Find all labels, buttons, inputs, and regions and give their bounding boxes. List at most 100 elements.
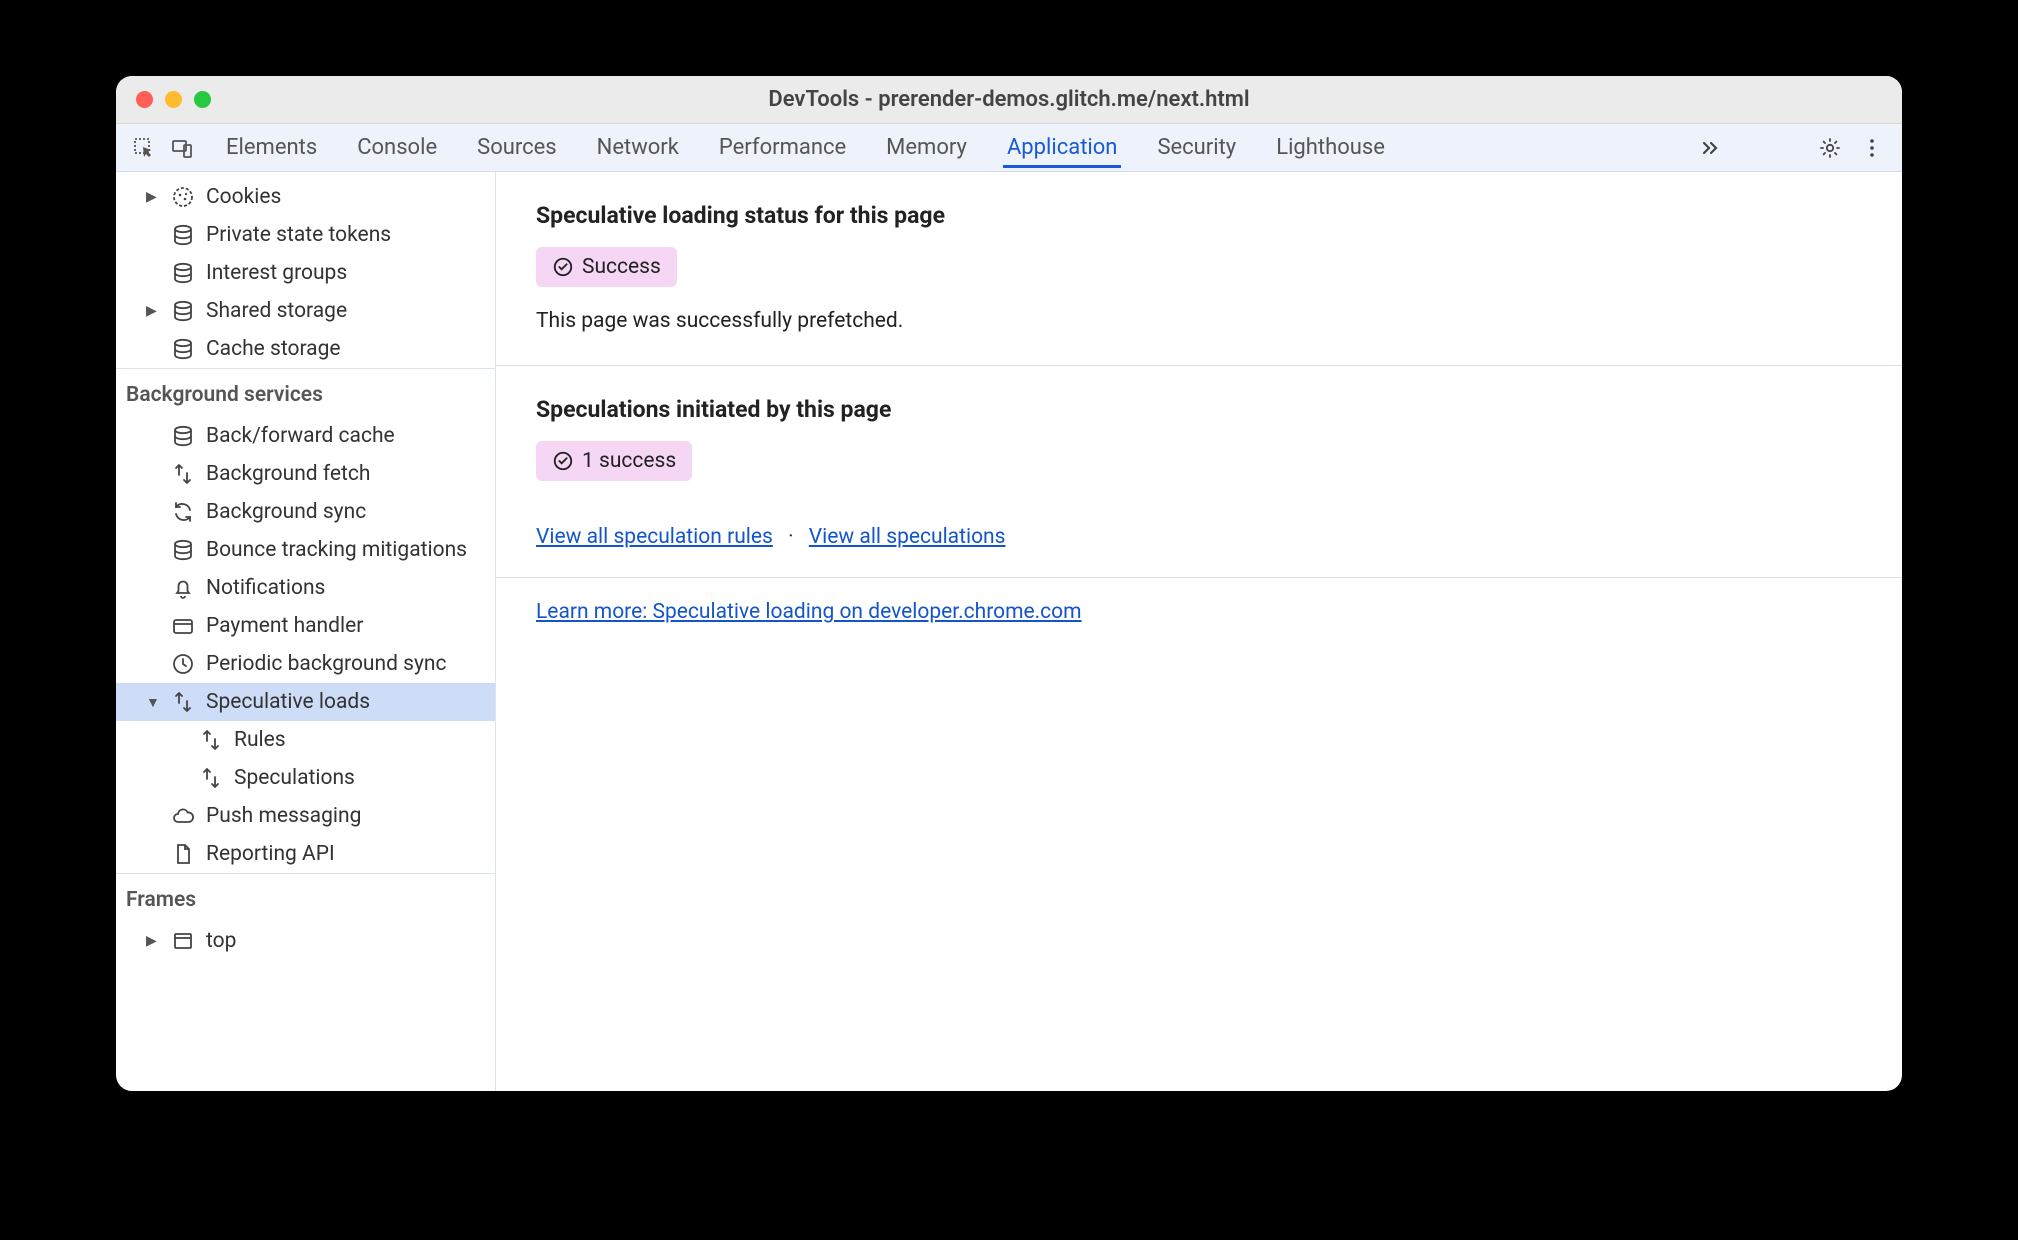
sidebar-item-shared-storage[interactable]: ▶ Shared storage [116, 292, 495, 330]
sidebar-item-label: Payment handler [206, 614, 363, 638]
expand-arrow-icon: ▶ [146, 303, 160, 319]
sidebar-item-label: Periodic background sync [206, 652, 447, 676]
tab-sources[interactable]: Sources [473, 127, 561, 168]
sidebar-item-label: Background sync [206, 500, 366, 524]
sidebar-item-push-messaging[interactable]: Push messaging [116, 797, 495, 835]
database-icon [170, 222, 196, 248]
cloud-icon [170, 803, 196, 829]
inspect-element-icon[interactable] [128, 132, 160, 164]
sidebar-item-label: Shared storage [206, 299, 347, 323]
minimize-window-button[interactable] [165, 91, 182, 108]
sidebar-item-label: Background fetch [206, 462, 370, 486]
sidebar-item-speculative-loads[interactable]: ▼ Speculative loads [116, 683, 495, 721]
status-description: This page was successfully prefetched. [536, 309, 1862, 333]
sidebar-item-back-forward-cache[interactable]: Back/forward cache [116, 417, 495, 455]
kebab-menu-icon[interactable] [1860, 136, 1884, 160]
learn-more-section: Learn more: Speculative loading on devel… [496, 578, 1902, 646]
sidebar-section-frames: Frames [116, 873, 495, 922]
fetch-icon [198, 765, 224, 791]
devtools-toolbar: Elements Console Sources Network Perform… [116, 124, 1902, 172]
sidebar-item-label: Interest groups [206, 261, 347, 285]
bell-icon [170, 575, 196, 601]
clock-icon [170, 651, 196, 677]
sidebar-item-label: Bounce tracking mitigations [206, 538, 467, 562]
speculations-badge: 1 success [536, 441, 692, 481]
status-heading: Speculative loading status for this page [536, 202, 1862, 229]
titlebar: DevTools - prerender-demos.glitch.me/nex… [116, 76, 1902, 124]
sidebar-item-label: Back/forward cache [206, 424, 395, 448]
device-toolbar-icon[interactable] [166, 132, 198, 164]
fetch-icon [170, 461, 196, 487]
sync-icon [170, 499, 196, 525]
expand-arrow-icon: ▶ [146, 189, 160, 205]
sidebar-item-label: Private state tokens [206, 223, 391, 247]
sidebar-section-background-services: Background services [116, 368, 495, 417]
tab-performance[interactable]: Performance [715, 127, 850, 168]
sidebar-item-reporting-api[interactable]: Reporting API [116, 835, 495, 873]
sidebar-item-private-state-tokens[interactable]: Private state tokens [116, 216, 495, 254]
view-speculation-rules-link[interactable]: View all speculation rules [536, 525, 773, 549]
sidebar-item-label: Push messaging [206, 804, 361, 828]
badge-label: 1 success [582, 449, 676, 473]
cookie-icon [170, 184, 196, 210]
sidebar-item-background-sync[interactable]: Background sync [116, 493, 495, 531]
badge-label: Success [582, 255, 661, 279]
devtools-window: DevTools - prerender-demos.glitch.me/nex… [116, 76, 1902, 1091]
check-circle-icon [552, 450, 574, 472]
tab-memory[interactable]: Memory [882, 127, 971, 168]
settings-icon[interactable] [1818, 136, 1842, 160]
status-section: Speculative loading status for this page… [496, 172, 1902, 366]
sidebar-item-label: Notifications [206, 576, 325, 600]
maximize-window-button[interactable] [194, 91, 211, 108]
sidebar-item-interest-groups[interactable]: Interest groups [116, 254, 495, 292]
tab-console[interactable]: Console [353, 127, 441, 168]
learn-more-link[interactable]: Learn more: Speculative loading on devel… [536, 600, 1082, 624]
window-title: DevTools - prerender-demos.glitch.me/nex… [132, 87, 1886, 112]
sidebar-item-rules[interactable]: Rules [116, 721, 495, 759]
sidebar-item-bounce-tracking[interactable]: Bounce tracking mitigations [116, 531, 495, 569]
sidebar-item-label: Cache storage [206, 337, 341, 361]
more-tabs-icon[interactable] [1698, 136, 1722, 160]
tab-network[interactable]: Network [593, 127, 683, 168]
sidebar-item-frames-top[interactable]: ▶ top [116, 922, 495, 960]
collapse-arrow-icon: ▼ [146, 694, 160, 711]
sidebar-item-background-fetch[interactable]: Background fetch [116, 455, 495, 493]
expand-arrow-icon: ▶ [146, 933, 160, 949]
status-badge: Success [536, 247, 677, 287]
sidebar-item-label: Cookies [206, 185, 281, 209]
database-icon [170, 537, 196, 563]
database-icon [170, 336, 196, 362]
database-icon [170, 423, 196, 449]
sidebar-item-speculations[interactable]: Speculations [116, 759, 495, 797]
content: ▶ Cookies Private state tokens Interest … [116, 172, 1902, 1091]
application-sidebar: ▶ Cookies Private state tokens Interest … [116, 172, 496, 1091]
sidebar-item-cookies[interactable]: ▶ Cookies [116, 178, 495, 216]
sidebar-item-cache-storage[interactable]: Cache storage [116, 330, 495, 368]
tab-lighthouse[interactable]: Lighthouse [1272, 127, 1389, 168]
database-icon [170, 298, 196, 324]
sidebar-item-payment-handler[interactable]: Payment handler [116, 607, 495, 645]
speculation-links: View all speculation rules · View all sp… [536, 525, 1862, 549]
sidebar-item-label: top [206, 929, 236, 953]
speculations-section: Speculations initiated by this page 1 su… [496, 366, 1902, 578]
sidebar-item-label: Speculative loads [206, 690, 370, 714]
check-circle-icon [552, 256, 574, 278]
sidebar-item-notifications[interactable]: Notifications [116, 569, 495, 607]
view-speculations-link[interactable]: View all speculations [809, 525, 1006, 549]
sidebar-item-label: Reporting API [206, 842, 335, 866]
frame-icon [170, 928, 196, 954]
traffic-lights [136, 91, 211, 108]
sidebar-item-periodic-sync[interactable]: Periodic background sync [116, 645, 495, 683]
tab-security[interactable]: Security [1153, 127, 1240, 168]
tab-application[interactable]: Application [1003, 127, 1121, 168]
close-window-button[interactable] [136, 91, 153, 108]
devtools-tabs: Elements Console Sources Network Perform… [222, 127, 1692, 168]
sidebar-item-label: Rules [234, 728, 286, 752]
speculations-heading: Speculations initiated by this page [536, 396, 1862, 423]
link-separator: · [788, 525, 794, 549]
sidebar-item-label: Speculations [234, 766, 355, 790]
main-panel: Speculative loading status for this page… [496, 172, 1902, 1091]
fetch-icon [198, 727, 224, 753]
database-icon [170, 260, 196, 286]
tab-elements[interactable]: Elements [222, 127, 321, 168]
